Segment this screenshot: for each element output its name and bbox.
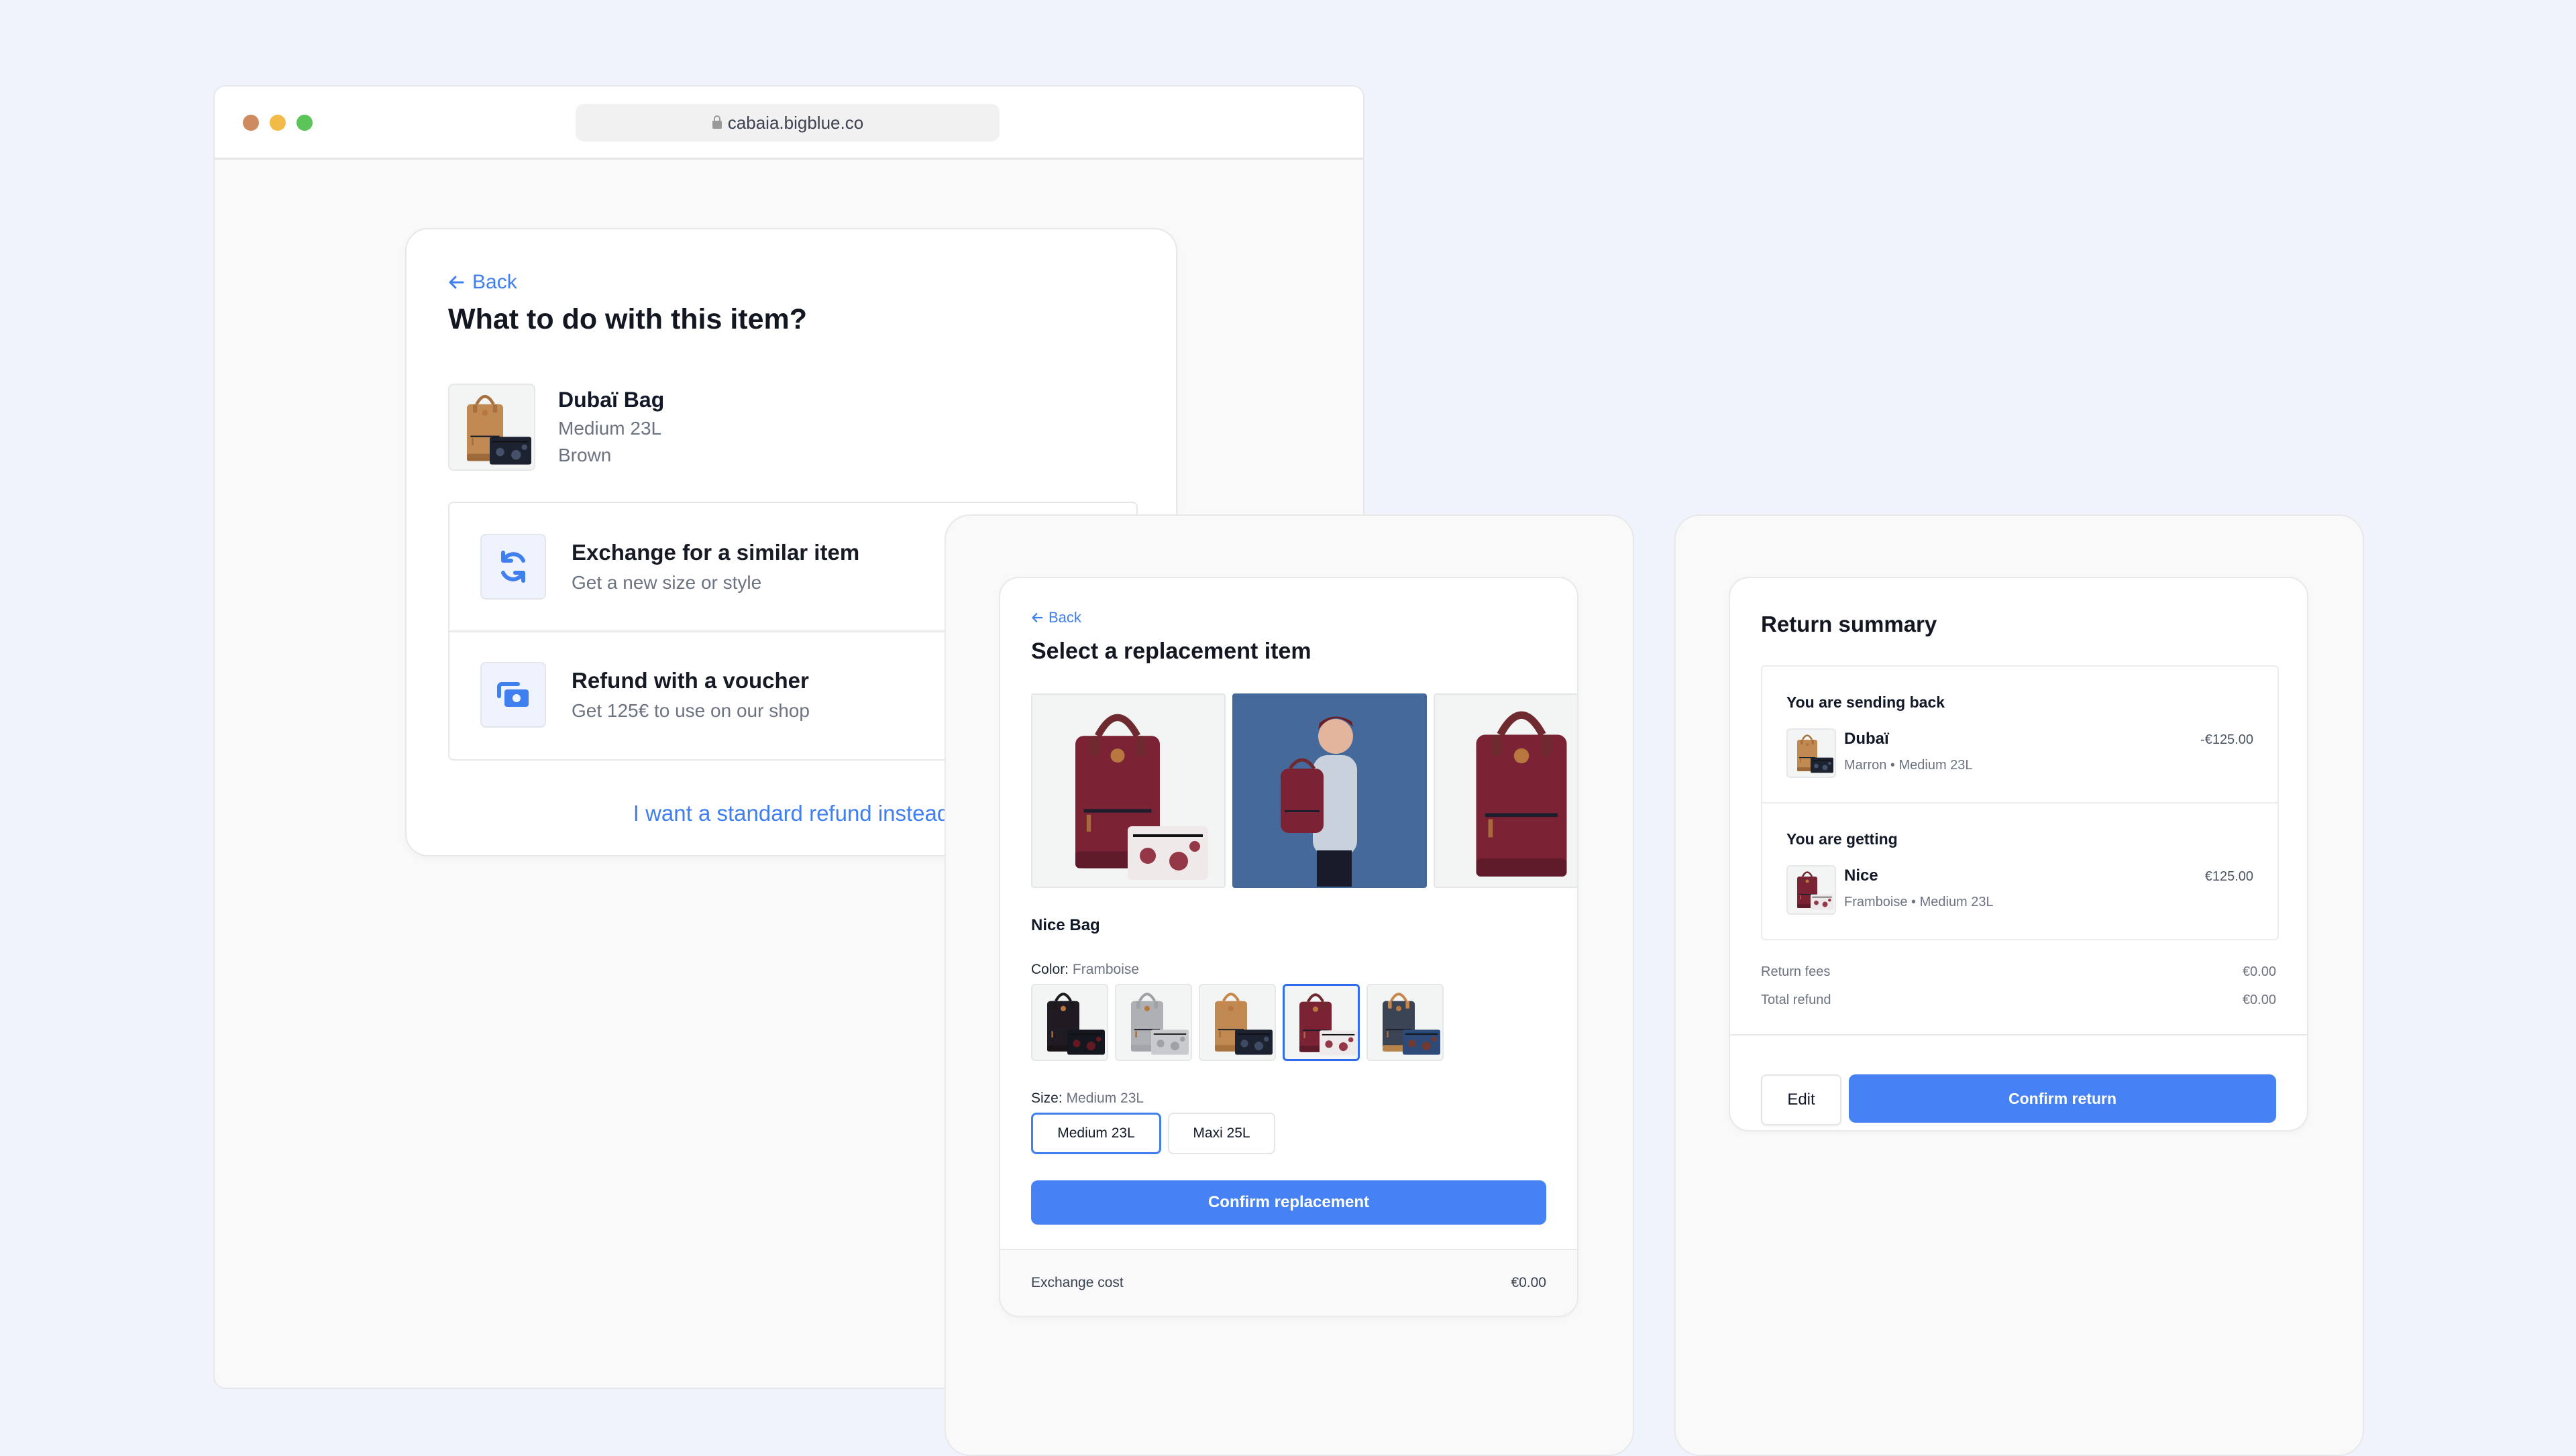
- size-label: Size: Medium 23L: [1031, 1090, 1144, 1106]
- replacement-panel: Back Select a replacement item Nice Bag …: [945, 514, 1634, 1456]
- total-refund-row: Total refund €0.00: [1761, 993, 2276, 1008]
- product-name: Nice Bag: [1031, 916, 1100, 934]
- getting-heading: You are getting: [1786, 830, 1898, 848]
- gallery-image-model[interactable]: [1232, 693, 1427, 888]
- selected-size: Medium 23L: [1066, 1090, 1144, 1106]
- gallery-image-bag-with-pouch[interactable]: [1031, 693, 1226, 888]
- back-link[interactable]: Back: [448, 271, 517, 294]
- color-swatch-camel[interactable]: [1199, 984, 1276, 1061]
- sending-back-heading: You are sending back: [1786, 693, 1945, 711]
- pouch-image: [1811, 757, 1833, 774]
- summary-items: You are sending back Dubaï Marron • Medi…: [1761, 665, 2279, 940]
- pouch-image: [490, 436, 531, 465]
- pouch-image: [1151, 1029, 1189, 1055]
- browser-toolbar: cabaia.bigblue.co: [215, 87, 1363, 160]
- divider: [1730, 1034, 2307, 1035]
- item-color: Brown: [558, 445, 612, 465]
- item-name: Dubaï Bag: [558, 388, 665, 412]
- summary-card: Return summary You are sending back Duba…: [1729, 577, 2308, 1131]
- size-option-medium[interactable]: Medium 23L: [1031, 1113, 1161, 1154]
- product-thumbnail: [1786, 728, 1836, 778]
- pouch-image: [1067, 1029, 1105, 1055]
- model-photo: [1234, 695, 1426, 887]
- exchange-cost-row: Exchange cost €0.00: [1000, 1249, 1577, 1316]
- fee-label: Total refund: [1761, 993, 1831, 1007]
- pouch-image: [1320, 1030, 1357, 1056]
- item-size: Medium 23L: [558, 418, 662, 439]
- color-swatch-grey[interactable]: [1115, 984, 1192, 1061]
- edit-button[interactable]: Edit: [1761, 1074, 1841, 1125]
- pouch-image: [1811, 893, 1833, 911]
- exchange-cost-value: €0.00: [1511, 1275, 1546, 1290]
- back-link[interactable]: Back: [1031, 609, 1081, 626]
- product-thumbnail: [448, 384, 535, 471]
- getting-section: You are getting Nice Framboise • Medium …: [1762, 803, 2277, 939]
- address-bar[interactable]: cabaia.bigblue.co: [576, 104, 1000, 142]
- confirm-return-button[interactable]: Confirm return: [1849, 1074, 2276, 1123]
- pouch-image: [1403, 1029, 1440, 1055]
- confirm-replacement-button[interactable]: Confirm replacement: [1031, 1180, 1546, 1225]
- backpack-image: [1444, 702, 1577, 883]
- url-text: cabaia.bigblue.co: [727, 112, 864, 133]
- return-fees-row: Return fees €0.00: [1761, 964, 2276, 980]
- back-label: Back: [1049, 609, 1081, 626]
- option-subtitle: Get a new size or style: [572, 572, 762, 593]
- selected-color: Framboise: [1072, 962, 1140, 977]
- replacement-title: Select a replacement item: [1031, 638, 1311, 664]
- summary-title: Return summary: [1761, 612, 1937, 636]
- returned-item: Dubaï Bag Medium 23L Brown: [448, 384, 664, 471]
- pouch-image: [1124, 826, 1212, 880]
- maximize-window-button[interactable]: [297, 115, 313, 131]
- arrow-left-icon: [449, 276, 464, 289]
- getting-item: Nice Framboise • Medium 23L: [1786, 865, 1994, 915]
- color-swatch-black-floral[interactable]: [1031, 984, 1108, 1061]
- color-label: Color: Framboise: [1031, 962, 1140, 977]
- option-title: Exchange for a similar item: [572, 540, 860, 565]
- pouch-image: [1235, 1029, 1273, 1055]
- summary-panel: Return summary You are sending back Duba…: [1674, 514, 2364, 1456]
- item-name: Dubaï: [1844, 730, 1889, 748]
- color-swatches: [1031, 984, 1444, 1061]
- fee-value: €0.00: [2242, 964, 2276, 979]
- voucher-cash-icon: [480, 662, 546, 728]
- option-subtitle: Get 125€ to use on our shop: [572, 700, 810, 721]
- size-option-maxi[interactable]: Maxi 25L: [1168, 1113, 1275, 1154]
- item-name: Nice: [1844, 866, 1878, 885]
- lock-icon: [712, 115, 722, 129]
- arrow-left-icon: [1032, 613, 1043, 622]
- color-swatch-navy[interactable]: [1366, 984, 1444, 1061]
- gallery-image-bag-front[interactable]: [1434, 693, 1577, 888]
- item-details: Framboise • Medium 23L: [1844, 895, 1994, 909]
- replacement-card: Back Select a replacement item Nice Bag …: [999, 577, 1578, 1317]
- item-price: -€125.00: [2200, 732, 2253, 747]
- sending-back-item: Dubaï Marron • Medium 23L: [1786, 728, 1973, 778]
- color-swatch-framboise[interactable]: [1283, 984, 1360, 1061]
- item-price: €125.00: [2204, 869, 2253, 884]
- product-gallery: [1031, 693, 1577, 888]
- exchange-cost-label: Exchange cost: [1031, 1275, 1124, 1290]
- sending-back-section: You are sending back Dubaï Marron • Medi…: [1762, 667, 2277, 803]
- product-thumbnail: [1786, 865, 1836, 915]
- option-title: Refund with a voucher: [572, 668, 809, 693]
- back-label: Back: [472, 271, 517, 293]
- page-title: What to do with this item?: [448, 303, 808, 335]
- exchange-icon: [480, 534, 546, 600]
- size-options: Medium 23L Maxi 25L: [1031, 1113, 1275, 1154]
- minimize-window-button[interactable]: [270, 115, 286, 131]
- fee-value: €0.00: [2242, 993, 2276, 1007]
- close-window-button[interactable]: [243, 115, 259, 131]
- fee-label: Return fees: [1761, 964, 1831, 979]
- item-details: Marron • Medium 23L: [1844, 758, 1973, 773]
